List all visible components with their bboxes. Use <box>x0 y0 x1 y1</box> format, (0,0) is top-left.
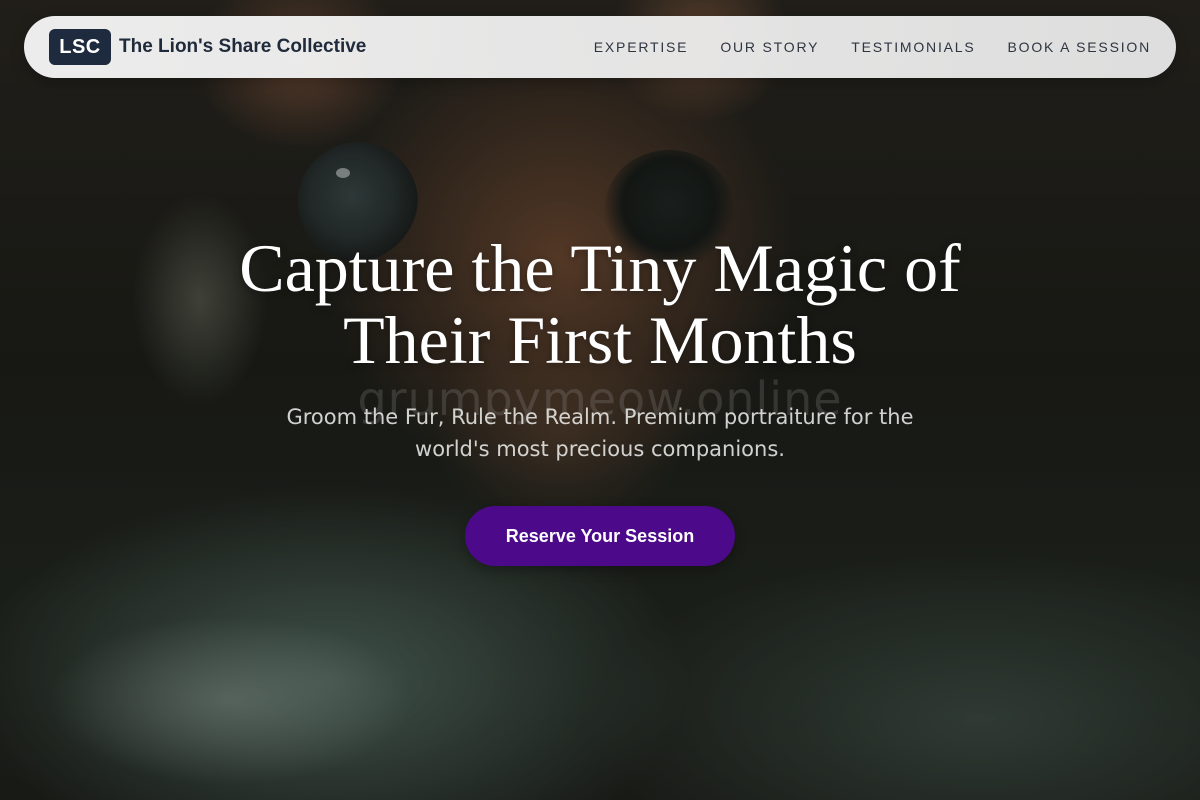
nav-link-our-story[interactable]: OUR STORY <box>720 39 819 55</box>
brand-home-link[interactable]: LSC The Lion's Share Collective <box>49 29 366 65</box>
nav-link-testimonials[interactable]: TESTIMONIALS <box>851 39 975 55</box>
brand-logo: LSC <box>49 29 111 65</box>
brand-name: The Lion's Share Collective <box>119 36 367 57</box>
hero-headline: Capture the Tiny Magic of Their First Mo… <box>0 232 1200 376</box>
top-navbar: LSC The Lion's Share Collective EXPERTIS… <box>24 16 1176 78</box>
nav-link-expertise[interactable]: EXPERTISE <box>594 39 689 55</box>
nav-links: EXPERTISE OUR STORY TESTIMONIALS BOOK A … <box>594 39 1151 55</box>
hero-subtitle: Groom the Fur, Rule the Realm. Premium p… <box>286 405 914 461</box>
hero-headline-line2: Their First Months <box>343 302 857 378</box>
reserve-session-button[interactable]: Reserve Your Session <box>465 506 735 566</box>
hero-headline-line1: Capture the Tiny Magic of <box>239 230 961 306</box>
nav-link-book-a-session[interactable]: BOOK A SESSION <box>1008 39 1151 55</box>
hero-section: grumpymeow.online LSC The Lion's Share C… <box>0 0 1200 800</box>
